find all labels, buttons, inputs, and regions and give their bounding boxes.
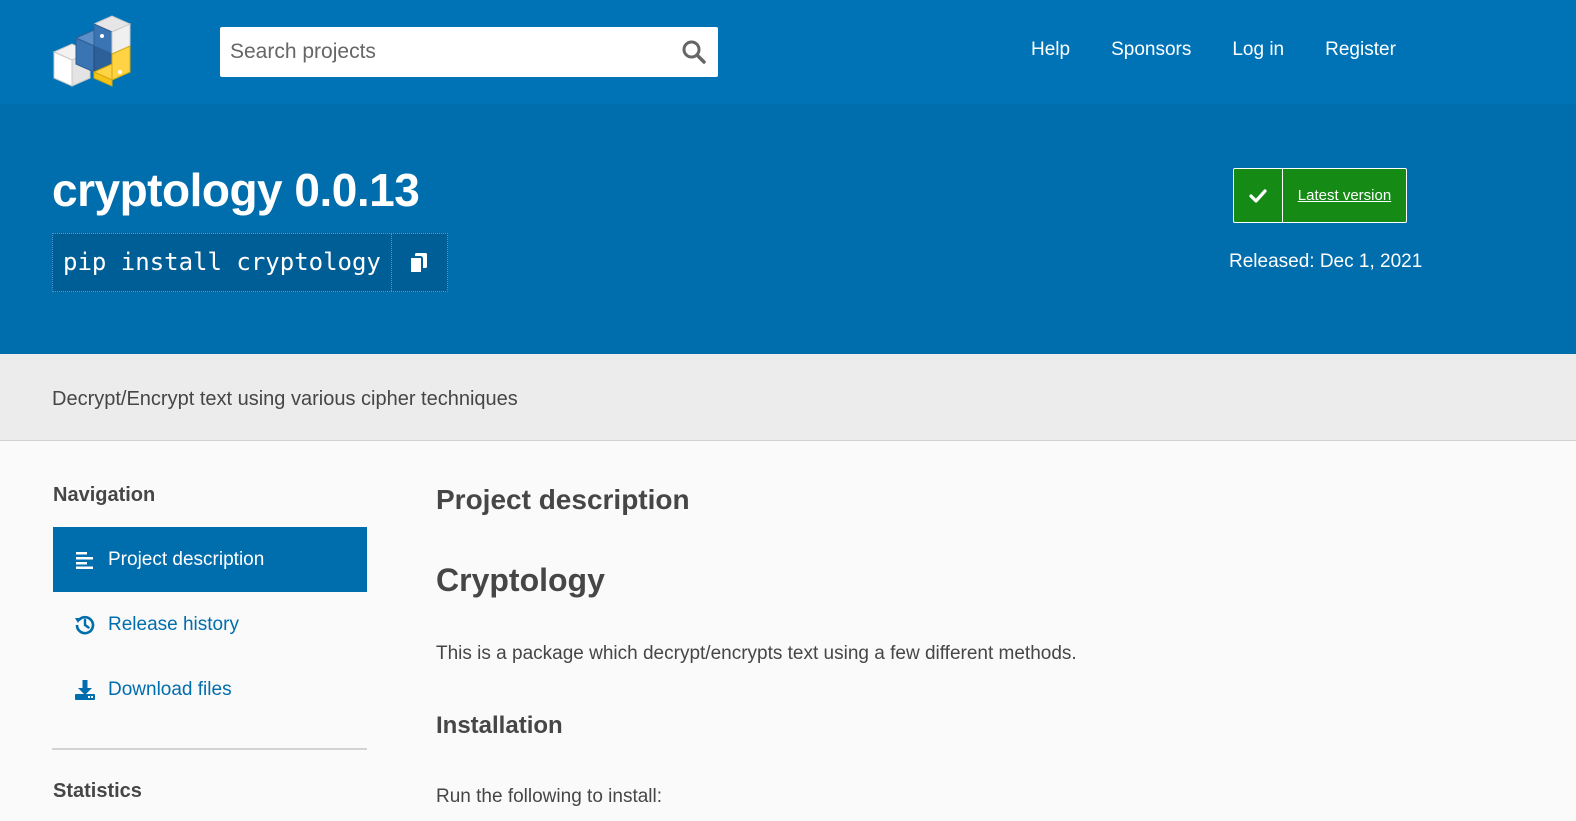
nav-register-link[interactable]: Register <box>1325 36 1396 64</box>
copy-icon <box>409 252 428 274</box>
latest-version-link[interactable]: Latest version <box>1283 169 1406 222</box>
sidebar-item-label: Release history <box>108 613 239 635</box>
release-date: Released: Dec 1, 2021 <box>1229 251 1423 272</box>
sidebar-item-label: Project description <box>108 548 265 570</box>
package-banner: cryptology 0.0.13 pip install cryptology… <box>0 104 1576 354</box>
site-header: Help Sponsors Log in Register <box>0 0 1576 104</box>
align-left-icon <box>74 549 96 571</box>
sidebar-item-project-description[interactable]: Project description <box>53 527 367 592</box>
pip-install-box: pip install cryptology <box>52 233 448 292</box>
download-icon <box>74 679 96 701</box>
summary-text: Decrypt/Encrypt text using various ciphe… <box>52 388 518 410</box>
install-instructions: Run the following to install: <box>436 786 663 807</box>
section-title: Project description <box>436 484 690 515</box>
sidebar-item-download-files[interactable]: Download files <box>53 657 367 722</box>
search-input[interactable] <box>220 27 670 77</box>
sidebar-item-label: Download files <box>108 678 232 700</box>
pip-command[interactable]: pip install cryptology <box>53 234 392 291</box>
history-icon <box>74 614 96 636</box>
latest-version-badge[interactable]: Latest version <box>1233 168 1407 223</box>
nav-login-link[interactable]: Log in <box>1232 36 1284 64</box>
sidebar-item-release-history[interactable]: Release history <box>53 592 367 657</box>
readme-intro: This is a package which decrypt/encrypts… <box>436 643 1077 664</box>
copy-button[interactable] <box>392 234 447 291</box>
check-icon <box>1234 169 1283 222</box>
search-icon <box>682 40 706 64</box>
readme-title: Cryptology <box>436 562 605 598</box>
sidebar-divider <box>52 748 367 750</box>
package-title: cryptology 0.0.13 <box>52 164 420 216</box>
project-description-content: Project description Cryptology This is a… <box>436 441 1536 821</box>
sidebar: Navigation Project description Release h… <box>52 441 367 821</box>
package-summary: Decrypt/Encrypt text using various ciphe… <box>0 354 1576 441</box>
nav-help-link[interactable]: Help <box>1031 36 1070 64</box>
navigation-heading: Navigation <box>53 484 156 506</box>
search-bar <box>220 27 718 77</box>
header-nav: Help Sponsors Log in Register <box>1031 36 1437 64</box>
nav-sponsors-link[interactable]: Sponsors <box>1111 36 1191 64</box>
search-button[interactable] <box>670 27 718 77</box>
installation-heading: Installation <box>436 712 563 739</box>
pypi-logo[interactable] <box>50 14 134 88</box>
statistics-heading: Statistics <box>53 780 142 802</box>
